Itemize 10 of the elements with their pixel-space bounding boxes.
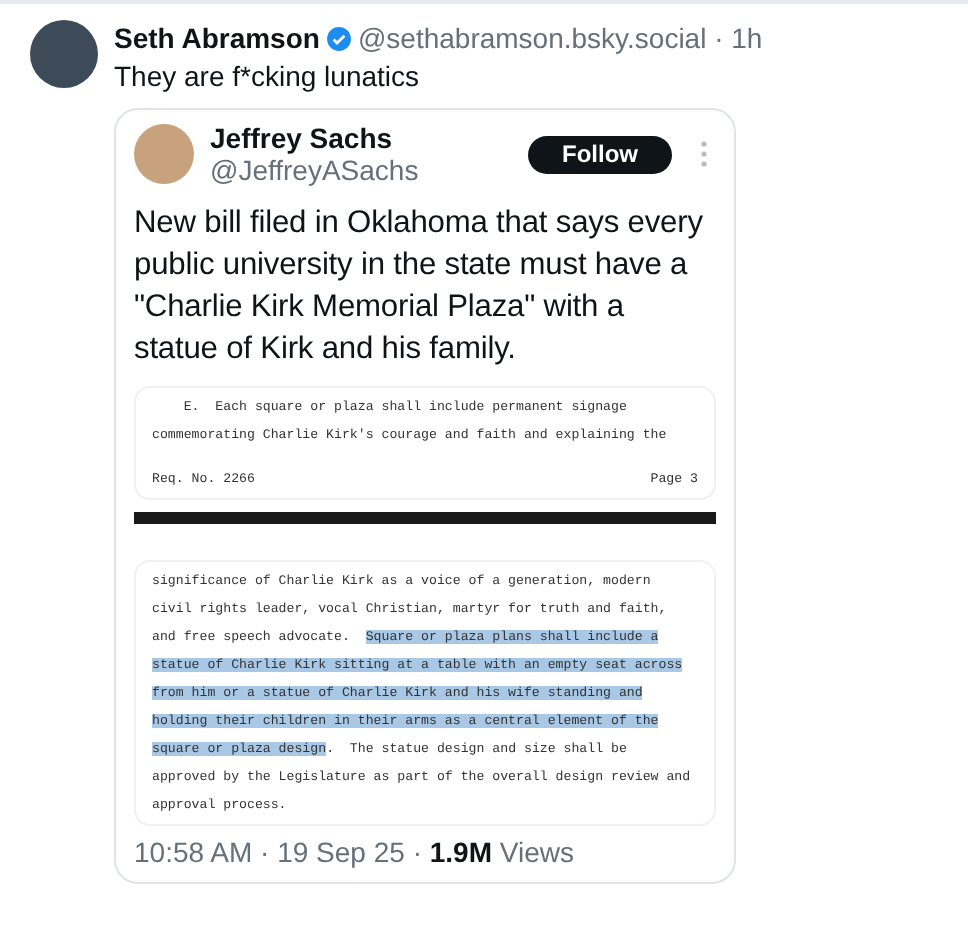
avatar[interactable] bbox=[30, 20, 98, 88]
post-text: They are f*cking lunatics bbox=[114, 58, 422, 96]
author-name[interactable]: Jeffrey Sachs bbox=[210, 122, 512, 154]
quoted-post-card[interactable] bbox=[114, 108, 736, 884]
post-text: New bill filed in Oklahoma that says every public university in the state must have a "Charlie Kirk Memorial Plaza" with a statue of Kirk and his family. bbox=[134, 204, 705, 370]
author-handle[interactable]: @sethabramson.bsky.social · 1h bbox=[357, 20, 763, 56]
follow-button[interactable]: Follow bbox=[528, 135, 672, 173]
post-metadata: 10:58 AM · 19 Sep 25 · 1.9M Views bbox=[134, 834, 576, 870]
author-handle[interactable]: @JeffreyASachs bbox=[210, 154, 512, 186]
author-name[interactable]: Seth Abramson bbox=[114, 20, 320, 56]
